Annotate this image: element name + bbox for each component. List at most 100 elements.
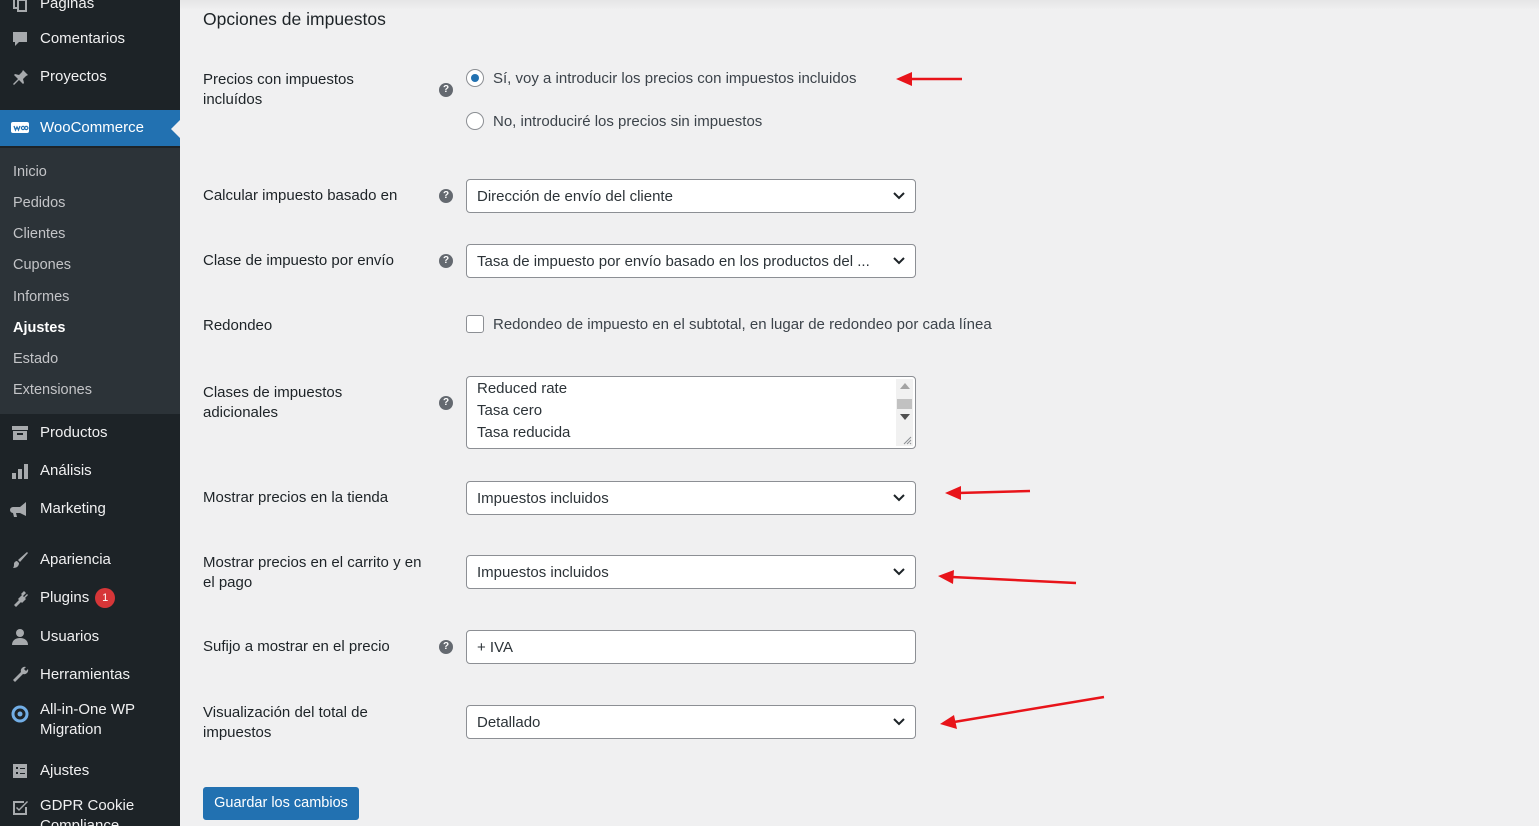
annotation-arrow — [938, 570, 1077, 585]
rounding-checkbox-row[interactable]: Redondeo de impuesto en el subtotal, en … — [466, 315, 992, 333]
chevron-down-icon — [893, 718, 905, 726]
menu-migration-label: All-in-One WP Migration — [40, 701, 135, 738]
help-icon[interactable]: ? — [439, 83, 453, 97]
additional-classes-textarea[interactable]: Reduced rate Tasa cero Tasa reducida — [466, 376, 916, 449]
chevron-down-icon — [893, 257, 905, 265]
menu-productos-label: Productos — [40, 424, 108, 441]
scroll-up-icon[interactable] — [900, 383, 910, 389]
display-cart-label: Mostrar precios en el carrito y en el pa… — [203, 554, 422, 591]
price-suffix-label: Sufijo a mostrar en el precio — [203, 638, 390, 655]
section-title: Opciones de impuestos — [203, 9, 386, 29]
submenu-inicio[interactable]: Inicio — [13, 162, 47, 182]
scroll-down-icon[interactable] — [900, 414, 910, 420]
submenu-estado[interactable]: Estado — [13, 349, 58, 369]
check-shield-icon — [0, 796, 40, 818]
resize-grip-icon[interactable] — [902, 435, 912, 445]
scroll-thumb[interactable] — [897, 399, 912, 409]
menu-gdpr-label: GDPR Cookie Compliance — [40, 797, 135, 826]
settings-content: Opciones de impuestos Precios con impues… — [180, 0, 1539, 826]
menu-plugins-label: Plugins — [40, 589, 90, 606]
prices-entered-label: Precios con impuestos incluídos — [203, 71, 354, 108]
menu-apariencia-label: Apariencia — [40, 551, 111, 568]
current-menu-arrow — [171, 120, 180, 138]
tax-total-display-select[interactable]: Detallado — [466, 705, 916, 739]
menu-apariencia[interactable]: Apariencia — [0, 542, 180, 578]
menu-analisis[interactable]: Análisis — [0, 453, 180, 489]
plug-icon — [0, 588, 40, 608]
tax-class-option: Tasa reducida — [477, 424, 571, 441]
plugins-update-badge: 1 — [95, 588, 116, 608]
menu-projects[interactable]: Proyectos — [0, 59, 180, 95]
radio-checked-icon[interactable] — [466, 69, 484, 87]
bar-chart-icon — [0, 461, 40, 481]
chevron-down-icon — [893, 494, 905, 502]
help-icon[interactable]: ? — [439, 189, 453, 203]
radio-prices-exclude-tax[interactable]: No, introduciré los precios sin impuesto… — [466, 112, 762, 130]
menu-herramientas-label: Herramientas — [40, 666, 131, 683]
submenu-informes[interactable]: Informes — [13, 287, 69, 307]
display-cart-select[interactable]: Impuestos incluidos — [466, 555, 916, 589]
menu-marketing-label: Marketing — [40, 500, 106, 517]
rounding-checkbox-label: Redondeo de impuesto en el subtotal, en … — [493, 315, 992, 333]
display-shop-select[interactable]: Impuestos incluidos — [466, 481, 916, 515]
menu-all-in-one-migration[interactable]: All-in-One WP Migration — [0, 700, 180, 744]
submenu-pedidos[interactable]: Pedidos — [13, 193, 65, 213]
help-icon[interactable]: ? — [439, 254, 453, 268]
radio-yes-label: Sí, voy a introducir los precios con imp… — [493, 69, 857, 87]
menu-marketing[interactable]: Marketing — [0, 491, 180, 527]
annotation-arrow — [945, 486, 1031, 500]
radio-prices-include-tax[interactable]: Sí, voy a introducir los precios con imp… — [466, 69, 857, 87]
menu-usuarios[interactable]: Usuarios — [0, 619, 180, 655]
admin-sidebar: Páginas Comentarios Proyectos WooCommerc… — [0, 0, 180, 826]
radio-unchecked-icon[interactable] — [466, 112, 484, 130]
migration-icon — [0, 700, 40, 724]
pin-icon — [0, 67, 40, 87]
calc-based-on-label: Calcular impuesto basado en — [203, 187, 398, 204]
submenu-ajustes[interactable]: Ajustes — [13, 318, 65, 338]
tax-class-option: Tasa cero — [477, 402, 543, 419]
menu-herramientas[interactable]: Herramientas — [0, 657, 180, 693]
pages-icon — [0, 0, 40, 14]
menu-woocommerce[interactable]: WooCommerce — [0, 110, 180, 146]
annotation-arrow — [940, 695, 1105, 729]
save-changes-button[interactable]: Guardar los cambios — [203, 787, 359, 820]
chevron-down-icon — [893, 192, 905, 200]
rounding-label: Redondeo — [203, 317, 273, 334]
calc-based-on-select[interactable]: Dirección de envío del cliente — [466, 179, 916, 213]
help-icon[interactable]: ? — [439, 396, 453, 410]
help-icon[interactable]: ? — [439, 640, 453, 654]
wrench-icon — [0, 665, 40, 685]
menu-projects-label: Proyectos — [40, 68, 107, 85]
shipping-tax-class-label: Clase de impuesto por envío — [203, 252, 394, 269]
menu-gdpr-cookie[interactable]: GDPR Cookie Compliance — [0, 796, 180, 826]
menu-usuarios-label: Usuarios — [40, 628, 100, 645]
menu-comments-label: Comentarios — [40, 30, 126, 47]
menu-productos[interactable]: Productos — [0, 415, 180, 451]
display-cart-value: Impuestos incluidos — [477, 563, 609, 581]
price-suffix-input[interactable] — [466, 630, 916, 664]
menu-comments[interactable]: Comentarios — [0, 21, 180, 57]
submenu-cupones[interactable]: Cupones — [13, 255, 71, 275]
submenu-extensiones[interactable]: Extensiones — [13, 380, 92, 400]
rounding-checkbox[interactable] — [466, 315, 484, 333]
menu-ajustes[interactable]: Ajustes — [0, 753, 180, 789]
chevron-down-icon — [893, 568, 905, 576]
menu-analisis-label: Análisis — [40, 462, 92, 479]
woo-icon — [0, 118, 40, 138]
megaphone-icon — [0, 499, 40, 519]
comments-icon — [0, 29, 40, 49]
archive-icon — [0, 423, 40, 443]
menu-pages-label: Páginas — [40, 0, 95, 12]
settings-icon — [0, 761, 40, 781]
tax-class-option: Reduced rate — [477, 380, 568, 397]
paintbrush-icon — [0, 550, 40, 570]
shipping-tax-class-select[interactable]: Tasa de impuesto por envío basado en los… — [466, 244, 916, 278]
additional-classes-label: Clases de impuestos adicionales — [203, 384, 343, 421]
menu-plugins[interactable]: Plugins 1 — [0, 580, 180, 616]
display-shop-value: Impuestos incluidos — [477, 489, 609, 507]
menu-pages[interactable]: Páginas — [0, 0, 180, 22]
radio-no-label: No, introduciré los precios sin impuesto… — [493, 112, 763, 130]
submenu-clientes[interactable]: Clientes — [13, 224, 65, 244]
annotation-arrow — [896, 72, 962, 86]
calc-based-on-value: Dirección de envío del cliente — [477, 187, 673, 205]
